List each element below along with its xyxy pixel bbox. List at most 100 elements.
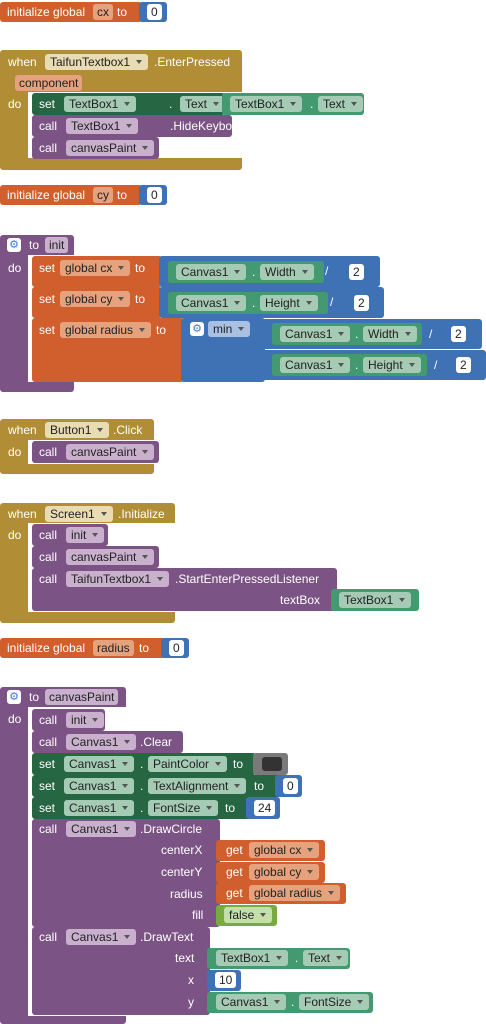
call-canvaspaint-block[interactable]: call canvasPaint (32, 441, 159, 463)
component-dropdown[interactable]: TextBox1 (339, 592, 412, 608)
global-name-field[interactable]: cx (93, 4, 113, 20)
variable-dropdown[interactable]: global cy (60, 291, 131, 307)
number-block[interactable]: 0 (161, 638, 189, 658)
global-name-field[interactable]: radius (93, 640, 134, 656)
procedure-dropdown[interactable]: canvasPaint (66, 549, 155, 565)
component-dropdown[interactable]: TextBox1 (64, 96, 137, 112)
logic-false-block[interactable]: false (216, 905, 277, 926)
call-draw-circle-block[interactable]: call Canvas1 .DrawCircle centerX centerY… (32, 819, 220, 927)
set-textbox-text-block[interactable]: set TextBox1 . Text to (32, 93, 242, 115)
init-global-cy-block[interactable]: initialize global cy to (0, 185, 142, 205)
procedure-name-field[interactable]: canvasPaint (45, 689, 119, 705)
number-block[interactable]: 2 (448, 354, 478, 376)
property-dropdown[interactable]: PaintColor (148, 756, 228, 772)
set-canvas-textalignment-block[interactable]: set Canvas1 . TextAlignment to (32, 775, 281, 797)
variable-dropdown[interactable]: global radius (249, 885, 341, 901)
number-field[interactable]: 2 (349, 264, 364, 280)
number-field[interactable]: 0 (147, 4, 162, 20)
global-name-field[interactable]: cy (93, 187, 113, 203)
component-dropdown[interactable]: TextBox1 (230, 96, 303, 112)
init-global-cx-block[interactable]: initialize global cx to (0, 2, 142, 22)
get-global-cx-block[interactable]: get global cx (216, 840, 325, 861)
procedure-dropdown[interactable]: init (66, 712, 105, 728)
get-canvas-height-block[interactable]: Canvas1 . Height (272, 354, 427, 376)
property-dropdown[interactable]: Width (260, 264, 314, 280)
component-dropdown[interactable]: Canvas1 (280, 357, 351, 373)
property-dropdown[interactable]: Height (260, 295, 318, 311)
number-field[interactable]: 24 (254, 800, 276, 816)
number-field[interactable]: 2 (354, 295, 369, 311)
property-dropdown[interactable]: Width (363, 326, 417, 342)
set-global-cy-block[interactable]: set global cy to (32, 287, 162, 318)
component-dropdown[interactable]: Canvas1 (280, 326, 351, 342)
component-dropdown[interactable]: Canvas1 (66, 821, 137, 837)
number-block[interactable]: 2 (346, 292, 376, 314)
procedure-dropdown[interactable]: canvasPaint (66, 140, 155, 156)
property-dropdown[interactable]: Text (180, 96, 226, 112)
min-block[interactable]: ⚙ min (181, 318, 265, 382)
component-dropdown[interactable]: Canvas1 (66, 734, 137, 750)
number-field[interactable]: 0 (169, 640, 184, 656)
get-canvas-height-block[interactable]: Canvas1 . Height (168, 292, 328, 314)
component-dropdown[interactable]: Canvas1 (64, 756, 135, 772)
property-dropdown[interactable]: FontSize (148, 800, 219, 816)
get-canvas-fontsize-block[interactable]: Canvas1 . FontSize (207, 992, 373, 1013)
get-global-cy-block[interactable]: get global cy (216, 862, 325, 883)
component-dropdown[interactable]: Screen1 (45, 506, 113, 522)
call-init-block[interactable]: call init (32, 524, 108, 546)
component-dropdown[interactable]: TaifunTextbox1 (66, 571, 170, 587)
textbox-component-block[interactable]: TextBox1 (331, 589, 419, 611)
set-canvas-fontsize-block[interactable]: set Canvas1 . FontSize to (32, 797, 252, 819)
gear-icon[interactable]: ⚙ (190, 322, 204, 336)
set-canvas-paintcolor-block[interactable]: set Canvas1 . PaintColor to (32, 753, 256, 775)
number-block[interactable]: 10 (207, 970, 241, 991)
property-dropdown[interactable]: Height (363, 357, 421, 373)
color-swatch[interactable] (262, 757, 282, 771)
component-dropdown[interactable]: TaifunTextbox1 (45, 54, 149, 70)
component-dropdown[interactable]: Canvas1 (64, 800, 135, 816)
variable-dropdown[interactable]: global cx (249, 842, 320, 858)
property-dropdown[interactable]: Text (318, 96, 364, 112)
procedure-dropdown[interactable]: init (66, 527, 105, 543)
number-block[interactable]: 0 (139, 185, 167, 205)
get-canvas-width-block[interactable]: Canvas1 . Width (168, 261, 324, 283)
get-canvas-width-block[interactable]: Canvas1 . Width (272, 323, 422, 345)
component-dropdown[interactable]: TextBox1 (216, 950, 289, 966)
call-start-listener-block[interactable]: call TaifunTextbox1 .StartEnterPressedLi… (32, 568, 337, 611)
component-dropdown[interactable]: Canvas1 (216, 994, 287, 1010)
function-dropdown[interactable]: min (208, 321, 251, 337)
get-textbox-text-block[interactable]: TextBox1 . Text (222, 93, 364, 115)
component-dropdown[interactable]: Canvas1 (176, 295, 247, 311)
call-hide-keyboard-block[interactable]: call TextBox1 .HideKeyboard (32, 115, 249, 137)
number-field[interactable]: 0 (147, 187, 162, 203)
property-dropdown[interactable]: TextAlignment (148, 778, 247, 794)
number-field[interactable]: 2 (451, 326, 466, 342)
get-global-radius-block[interactable]: get global radius (216, 883, 346, 904)
component-dropdown[interactable]: Canvas1 (66, 929, 137, 945)
call-draw-text-block[interactable]: call Canvas1 .DrawText text x y (32, 927, 210, 1015)
number-block[interactable]: 0 (139, 2, 167, 22)
set-global-cx-block[interactable]: set global cx to (32, 256, 162, 287)
init-global-radius-block[interactable]: initialize global radius to (0, 638, 165, 658)
number-block[interactable]: 2 (341, 261, 371, 283)
number-field[interactable]: 10 (215, 972, 237, 988)
call-canvaspaint-block[interactable]: call canvasPaint (32, 137, 159, 159)
component-dropdown[interactable]: Canvas1 (64, 778, 135, 794)
color-block[interactable] (253, 753, 288, 775)
variable-dropdown[interactable]: global cx (60, 260, 131, 276)
get-textbox-text-block[interactable]: TextBox1 . Text (207, 948, 350, 969)
gear-icon[interactable]: ⚙ (7, 690, 21, 704)
number-field[interactable]: 2 (456, 357, 471, 373)
param-component[interactable]: component (15, 75, 83, 91)
number-block[interactable]: 0 (275, 775, 302, 797)
call-canvas-clear-block[interactable]: call Canvas1 .Clear (32, 731, 183, 753)
number-block[interactable]: 24 (246, 797, 280, 819)
call-canvaspaint-block[interactable]: call canvasPaint (32, 546, 159, 568)
boolean-dropdown[interactable]: false (224, 907, 273, 923)
property-dropdown[interactable]: FontSize (299, 994, 370, 1010)
component-dropdown[interactable]: Button1 (45, 422, 110, 438)
number-field[interactable]: 0 (283, 778, 298, 794)
procedure-name-field[interactable]: init (45, 237, 69, 253)
number-block[interactable]: 2 (443, 323, 473, 345)
component-dropdown[interactable]: TextBox1 (66, 118, 139, 134)
